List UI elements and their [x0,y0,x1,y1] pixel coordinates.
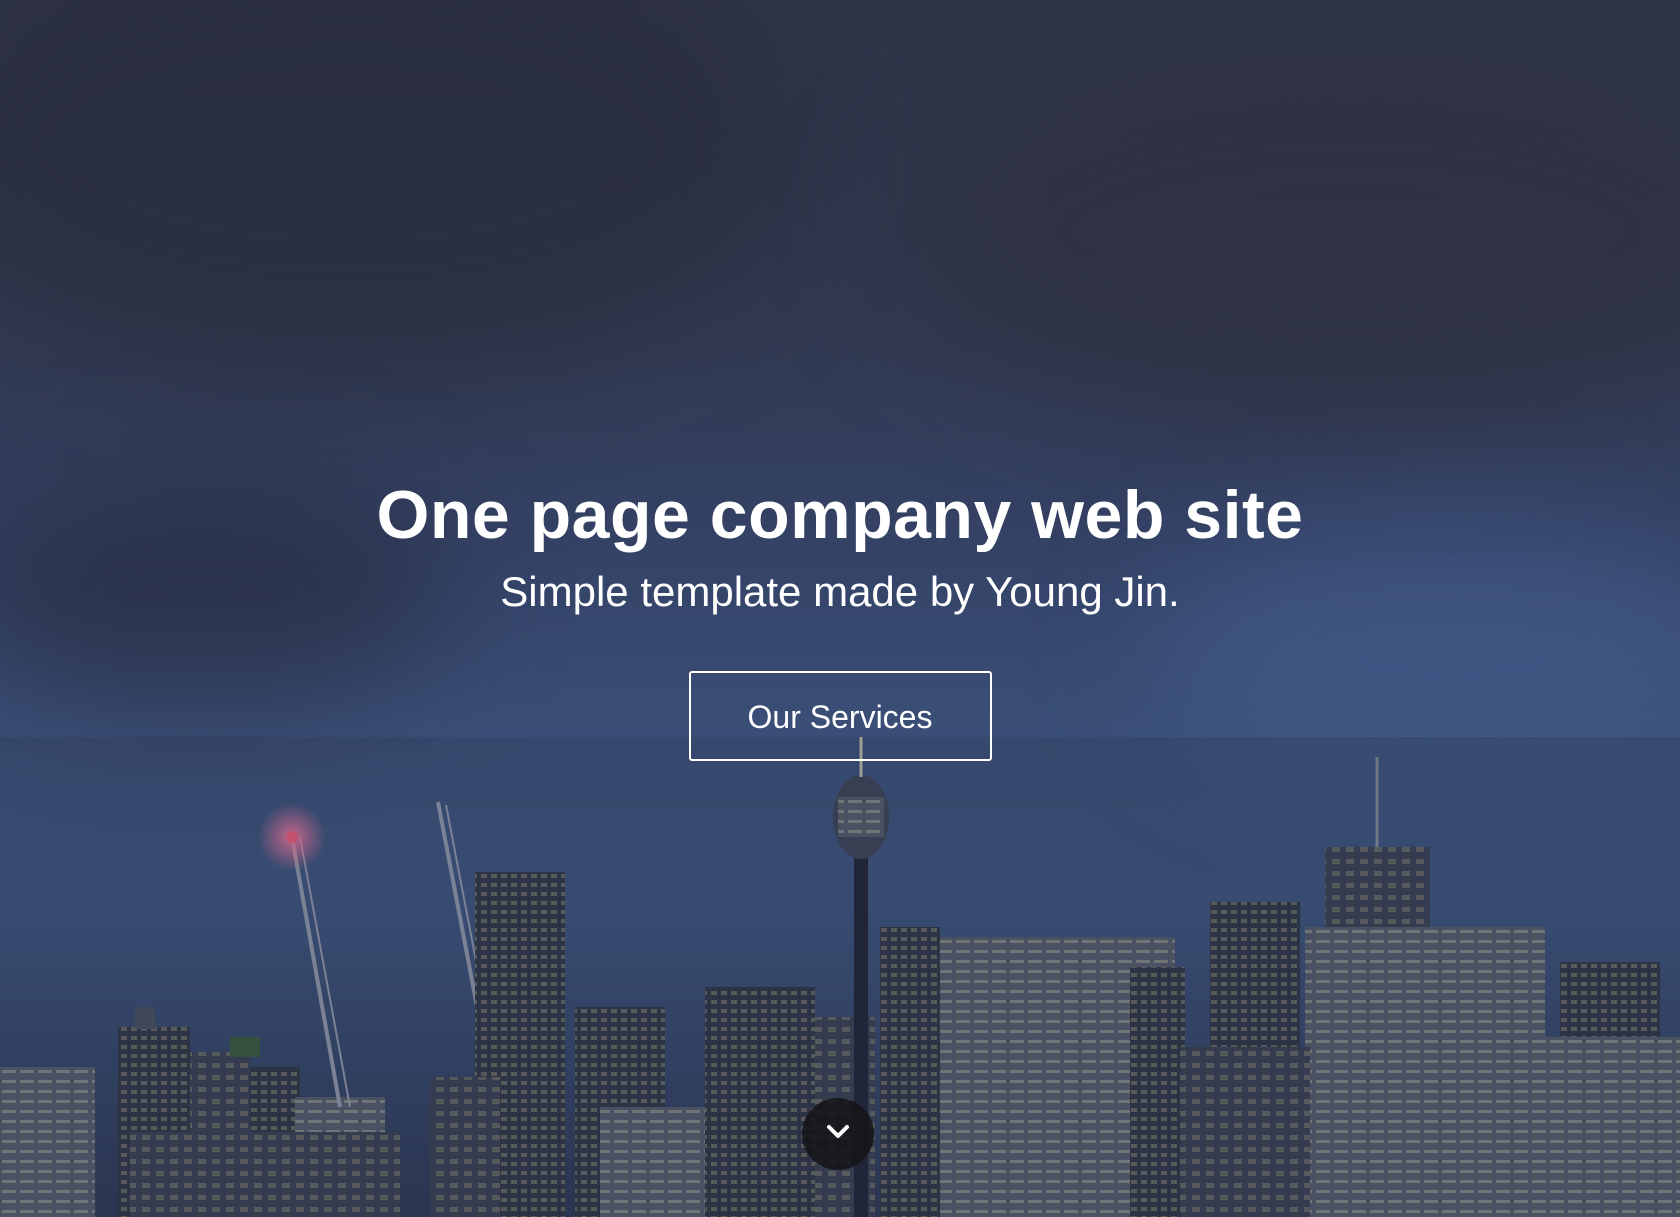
scroll-down-button[interactable] [802,1098,874,1170]
our-services-button[interactable]: Our Services [688,671,992,761]
page-title: One page company web site [376,477,1304,553]
hero-section: One page company web site Simple templat… [0,0,1680,1217]
sky-cloud [0,0,800,370]
chevron-down-icon [826,1124,850,1145]
hero-content: One page company web site Simple templat… [0,470,1680,761]
page-subtitle: Simple template made by Young Jin. [500,568,1180,615]
sky-cloud [900,40,1680,420]
